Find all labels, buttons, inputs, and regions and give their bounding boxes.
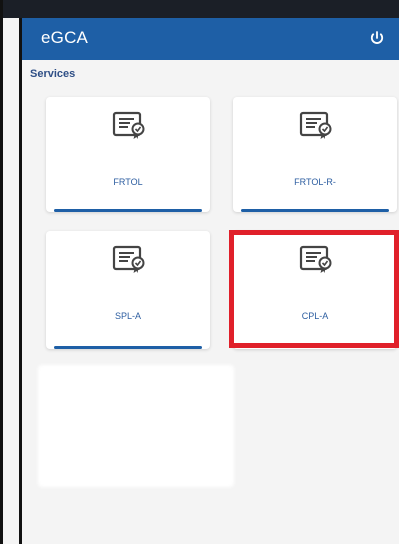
service-label: SPL-A (114, 311, 141, 321)
service-label: FRTOL-R- (294, 177, 336, 187)
service-label: FRTOL (113, 177, 143, 187)
app-bar: eGCA (22, 18, 399, 60)
status-bar (3, 0, 399, 18)
certificate-icon (112, 111, 145, 139)
service-card-spl-a[interactable]: SPL-A (46, 231, 210, 349)
card-accent-bar (54, 209, 202, 212)
section-title: Services (30, 68, 76, 80)
card-accent-bar (241, 209, 389, 212)
card-accent-bar (54, 346, 202, 349)
selection-highlight (229, 230, 399, 348)
services-panel: Services FRTOL FRTOL-R- SPL-A CPL-A (22, 60, 399, 544)
service-card-frtol-r[interactable]: FRTOL-R- (233, 97, 397, 212)
certificate-icon (112, 245, 145, 273)
power-icon[interactable] (368, 29, 386, 47)
certificate-icon (299, 111, 332, 139)
blank-card (38, 365, 234, 487)
app-frame: eGCA Services FRTOL FRTOL-R- SPL-A CPL-A (0, 0, 399, 544)
service-card-frtol[interactable]: FRTOL (46, 97, 210, 212)
app-title: eGCA (41, 28, 89, 47)
